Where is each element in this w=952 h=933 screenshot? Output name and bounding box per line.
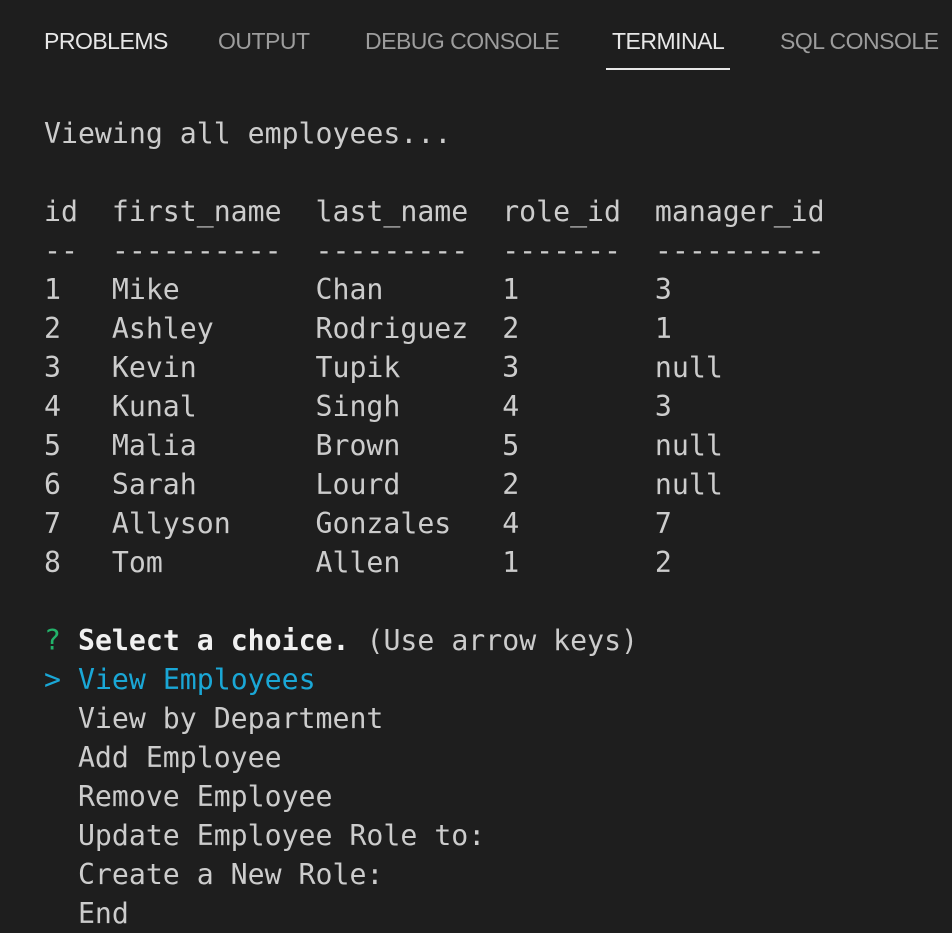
table-cell: Allyson	[111, 507, 231, 540]
table-cell: 4	[502, 390, 520, 423]
pointer-icon: >	[44, 663, 61, 696]
question-mark-icon: ?	[44, 624, 61, 657]
table-cell: 3	[654, 390, 672, 423]
table-row: 3 Kevin Tupik 3 null	[44, 348, 825, 387]
divider: --	[44, 234, 78, 267]
table-cell: null	[654, 468, 723, 501]
menu-option[interactable]: End	[44, 894, 825, 930]
prompt-line: ? Select a choice. (Use arrow keys)	[44, 621, 825, 660]
table-cell: Kevin	[111, 351, 197, 384]
table-cell: 5	[44, 429, 61, 462]
table-cell: Ashley	[111, 312, 214, 345]
table-cell: Brown	[315, 429, 401, 462]
table-row: 6 Sarah Lourd 2 null	[44, 465, 825, 504]
table-cell: Sarah	[111, 468, 197, 501]
table-row: 8 Tom Allen 1 2	[44, 543, 825, 582]
panel-tabs: PROBLEMS OUTPUT DEBUG CONSOLE TERMINAL S…	[0, 24, 952, 72]
tab-output[interactable]: OUTPUT	[218, 24, 310, 58]
tab-debug-console[interactable]: DEBUG CONSOLE	[365, 24, 560, 58]
column-header: manager_id	[654, 195, 825, 228]
prompt-hint: (Use arrow keys)	[366, 624, 639, 657]
table-cell: Kunal	[111, 390, 197, 423]
table-row: 4 Kunal Singh 4 3	[44, 387, 825, 426]
table-cell: 5	[502, 429, 520, 462]
divider: ----------	[654, 234, 825, 267]
table-cell: null	[654, 351, 723, 384]
table-cell: Mike	[111, 273, 180, 306]
table-cell: 4	[44, 390, 61, 423]
menu-option[interactable]: Update Employee Role to:	[44, 816, 825, 855]
table-cell: Rodriguez	[315, 312, 469, 345]
table-cell: 2	[654, 546, 672, 579]
table-cell: 7	[654, 507, 672, 540]
table-row: 2 Ashley Rodriguez 2 1	[44, 309, 825, 348]
table-cell: 3	[654, 273, 672, 306]
tab-sql-console[interactable]: SQL CONSOLE	[780, 24, 939, 58]
menu-option[interactable]: Create a New Role:	[44, 855, 825, 894]
table-cell: 7	[44, 507, 61, 540]
table-row: 7 Allyson Gonzales 4 7	[44, 504, 825, 543]
menu-option[interactable]: Add Employee	[44, 738, 825, 777]
table-cell: 2	[502, 312, 520, 345]
column-header: first_name	[111, 195, 282, 228]
table-cell: 2	[502, 468, 520, 501]
option-label: View Employees	[77, 663, 316, 696]
menu-option[interactable]: Remove Employee	[44, 777, 825, 816]
table-cell: 3	[44, 351, 61, 384]
table-cell: 1	[502, 273, 520, 306]
table-divider: -- ---------- --------- ------- ----------	[44, 231, 825, 270]
tab-problems[interactable]: PROBLEMS	[44, 24, 168, 58]
divider: -------	[502, 234, 621, 267]
table-cell: 3	[502, 351, 520, 384]
table-cell: Tupik	[315, 351, 401, 384]
table-cell: 1	[44, 273, 61, 306]
table-cell: Allen	[315, 546, 401, 579]
table-cell: 1	[502, 546, 520, 579]
divider: ---------	[315, 234, 469, 267]
table-row: 5 Malia Brown 5 null	[44, 426, 825, 465]
table-cell: Singh	[315, 390, 401, 423]
terminal-output[interactable]: Viewing all employees... id first_name las…	[44, 114, 825, 930]
table-header: id first_name last_name role_id manager_id	[44, 192, 825, 231]
divider: ----------	[111, 234, 282, 267]
menu-option-selected[interactable]: > View Employees	[44, 660, 825, 699]
table-cell: Malia	[111, 429, 197, 462]
table-cell: Gonzales	[315, 507, 452, 540]
table-cell: 4	[502, 507, 520, 540]
table-cell: Tom	[111, 546, 163, 579]
table-row: 1 Mike Chan 1 3	[44, 270, 825, 309]
menu-option[interactable]: View by Department	[44, 699, 825, 738]
table-cell: 8	[44, 546, 61, 579]
column-header: last_name	[315, 195, 469, 228]
table-cell: 1	[654, 312, 672, 345]
column-header: role_id	[502, 195, 621, 228]
tab-terminal[interactable]: TERMINAL	[605, 24, 731, 70]
prompt-question: Select a choice.	[77, 624, 350, 657]
table-cell: null	[654, 429, 723, 462]
table-cell: 6	[44, 468, 61, 501]
column-header: id	[44, 195, 78, 228]
status-line: Viewing all employees...	[44, 117, 452, 150]
table-cell: 2	[44, 312, 61, 345]
table-cell: Lourd	[315, 468, 401, 501]
table-cell: Chan	[315, 273, 384, 306]
